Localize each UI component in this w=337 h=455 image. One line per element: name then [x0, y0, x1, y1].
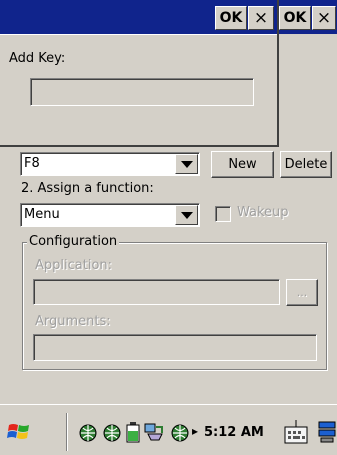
- desktop-icon[interactable]: [318, 419, 337, 445]
- back-close-button[interactable]: ×: [312, 6, 336, 30]
- function-combo[interactable]: Menu: [20, 203, 200, 227]
- globe-icon-1[interactable]: [78, 423, 98, 443]
- screen: { "back_window": { "ok_label": "OK", "cl…: [0, 0, 337, 455]
- dialog-divider: [0, 34, 277, 35]
- keyboard-icon[interactable]: [284, 418, 308, 446]
- application-value: [34, 280, 279, 284]
- assign-function-label: 2. Assign a function:: [21, 181, 154, 196]
- dialog-close-button[interactable]: ×: [248, 6, 274, 30]
- clock[interactable]: 5:12 AM: [204, 425, 264, 440]
- key-combo-value: F8: [24, 156, 40, 171]
- browse-button[interactable]: ...: [286, 279, 318, 306]
- tray-separator: [66, 413, 68, 451]
- arguments-label: Arguments:: [35, 314, 111, 329]
- dialog-ok-button[interactable]: OK: [215, 6, 247, 30]
- chevron-down-icon: [180, 160, 193, 168]
- chevron-down-icon: [180, 211, 193, 219]
- tray-expand-arrow[interactable]: ▸: [192, 424, 198, 438]
- start-button[interactable]: [7, 420, 31, 444]
- wakeup-checkbox[interactable]: [215, 206, 231, 222]
- battery-icon[interactable]: [125, 421, 141, 443]
- new-button[interactable]: New: [211, 151, 274, 178]
- function-combo-value: Menu: [24, 207, 60, 222]
- browse-label: ...: [296, 286, 308, 299]
- arguments-field[interactable]: [33, 334, 317, 361]
- configuration-label: Configuration: [27, 234, 120, 249]
- key-combo-arrow[interactable]: [175, 154, 198, 174]
- arguments-value: [34, 335, 316, 339]
- sync-icon[interactable]: [144, 421, 166, 443]
- add-key-value: [31, 79, 253, 83]
- add-key-label: Add Key:: [9, 51, 66, 66]
- back-ok-button[interactable]: OK: [279, 6, 311, 30]
- delete-button[interactable]: Delete: [280, 151, 332, 178]
- windows-flag-icon: [7, 424, 29, 439]
- globe-icon-3[interactable]: [170, 423, 190, 443]
- application-label: Application:: [35, 258, 113, 273]
- add-key-input[interactable]: [30, 78, 254, 106]
- globe-icon-2[interactable]: [102, 423, 122, 443]
- function-combo-arrow[interactable]: [175, 205, 198, 225]
- application-field[interactable]: [33, 279, 280, 305]
- wakeup-label: Wakeup: [237, 205, 289, 220]
- key-combo[interactable]: F8: [20, 152, 200, 176]
